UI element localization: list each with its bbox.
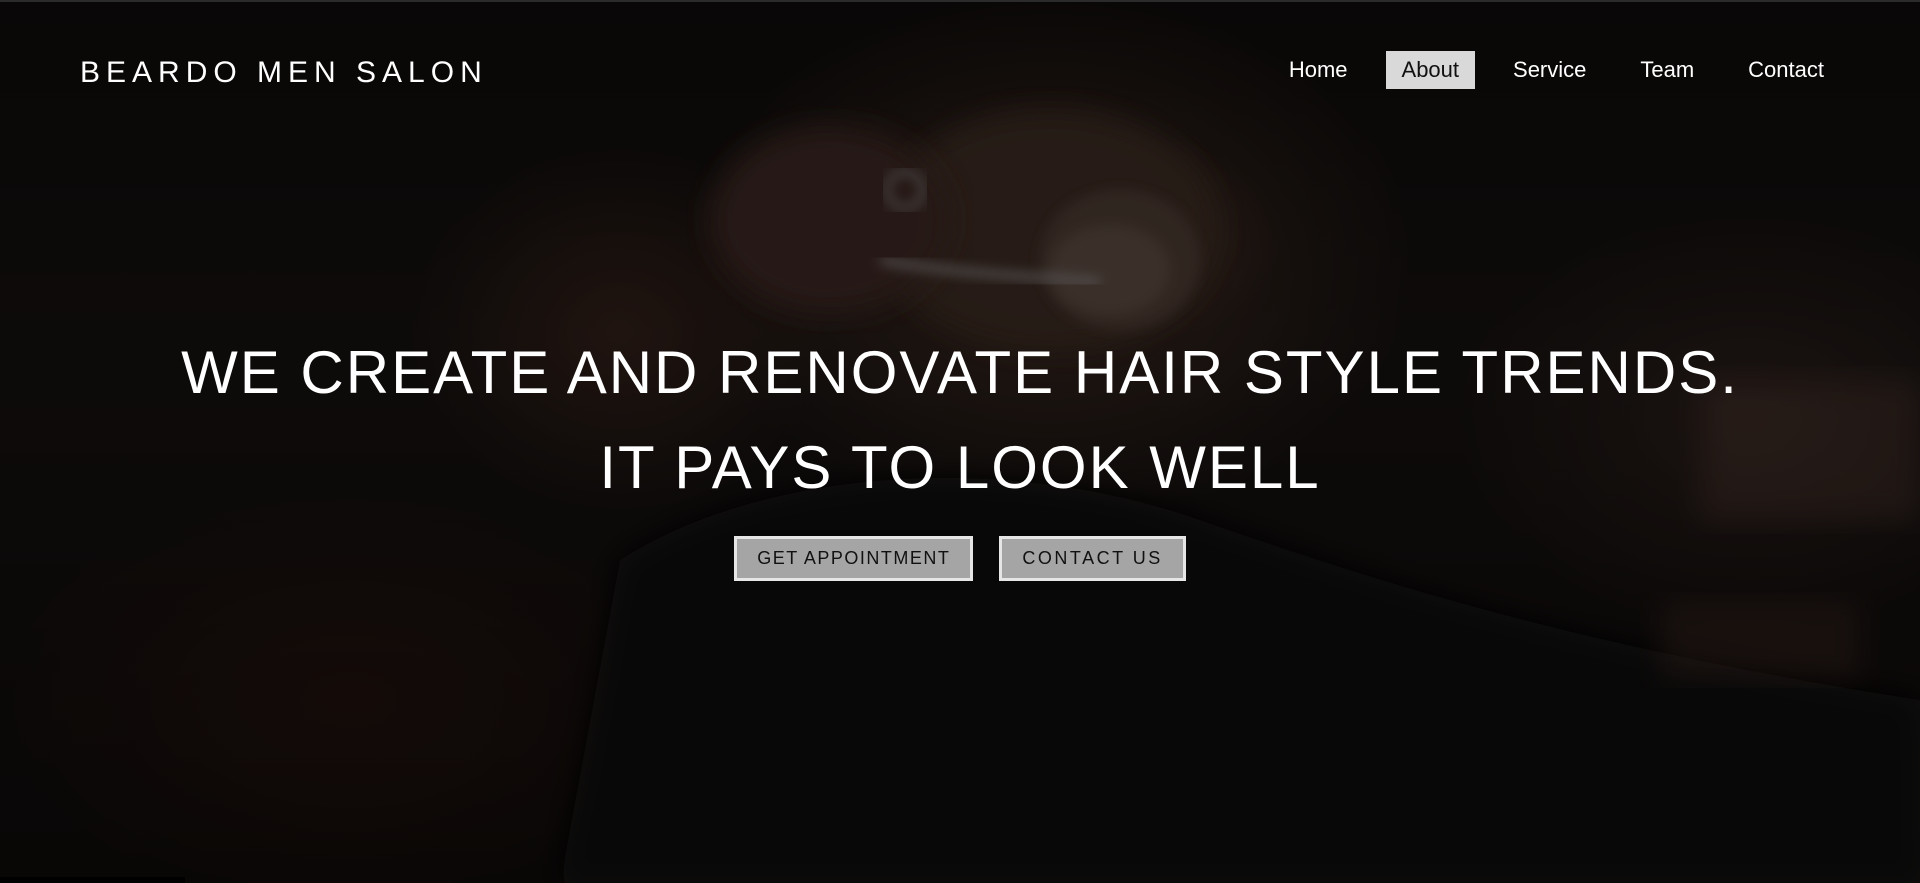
top-border bbox=[0, 0, 1920, 2]
nav-about[interactable]: About bbox=[1385, 51, 1476, 89]
bottom-strip bbox=[0, 877, 185, 883]
hero-subheadline: IT PAYS TO LOOK WELL bbox=[599, 434, 1321, 501]
hero-section: BEARDO MEN SALON Home About Service Team… bbox=[0, 0, 1920, 883]
nav-team[interactable]: Team bbox=[1624, 51, 1710, 89]
nav-service[interactable]: Service bbox=[1497, 51, 1602, 89]
nav-contact[interactable]: Contact bbox=[1732, 51, 1840, 89]
main-nav: Home About Service Team Contact bbox=[1251, 51, 1840, 89]
cta-row: GET APPOINTMENT CONTACT US bbox=[0, 536, 1920, 581]
hero-headline: WE CREATE AND RENOVATE HAIR STYLE TRENDS… bbox=[181, 339, 1739, 406]
nav-home[interactable]: Home bbox=[1273, 51, 1364, 89]
contact-us-button[interactable]: CONTACT US bbox=[999, 536, 1186, 581]
get-appointment-button[interactable]: GET APPOINTMENT bbox=[734, 536, 974, 581]
brand-logo[interactable]: BEARDO MEN SALON bbox=[80, 56, 488, 90]
